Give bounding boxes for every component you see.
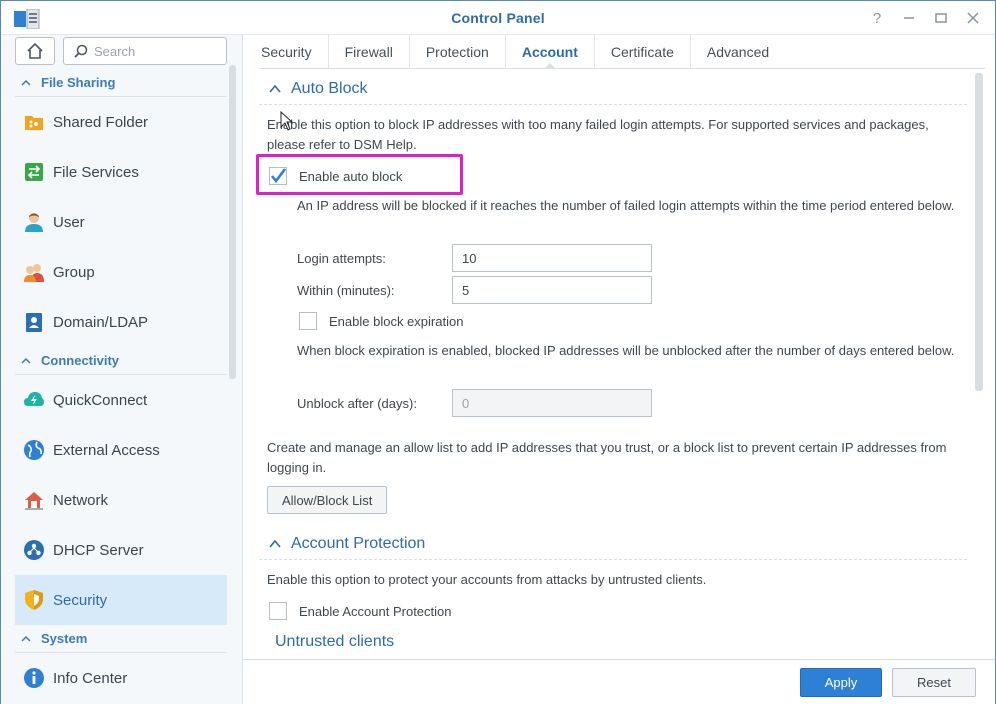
auto-block-title: Auto Block [291,79,368,97]
sidebar-item-label: QuickConnect [53,391,148,409]
section-system[interactable]: System [15,625,227,653]
security-icon [25,590,43,610]
sidebar-item-external-access[interactable]: External Access [15,425,227,475]
enable-block-expiration-label: Enable block expiration [329,313,464,329]
sidebar-nav: File Sharing Shared Folder File Services [15,69,227,703]
domain-ldap-icon [26,313,42,332]
sidebar-item-label: Domain/LDAP [53,313,149,331]
search-icon [74,44,88,58]
enable-account-protection-label: Enable Account Protection [299,603,452,619]
minimize-icon[interactable] [898,7,920,29]
sidebar: File Sharing Shared Folder File Services [1,35,243,704]
maximize-icon[interactable] [930,7,952,29]
enable-account-protection-checkbox[interactable]: Enable Account Protection [269,601,452,621]
sidebar-item-label: Shared Folder [53,113,149,131]
chevron-up-icon [21,357,31,364]
login-attempts-label: Login attempts: [297,251,386,266]
checkmark-icon [270,168,287,184]
sidebar-item-label: Group [53,263,95,281]
within-minutes-label: Within (minutes): [297,283,395,298]
sidebar-item-label: External Access [53,441,160,459]
chevron-up-icon [21,79,31,86]
sidebar-item-quickconnect[interactable]: QuickConnect [15,375,227,425]
apply-button[interactable]: Apply [800,668,882,697]
section-label: Connectivity [41,353,120,368]
file-services-icon [25,163,43,181]
account-protection-description: Enable this option to protect your accou… [267,572,707,587]
account-protection-title: Account Protection [291,534,426,552]
section-label: File Sharing [41,75,116,90]
within-minutes-input[interactable] [452,276,652,304]
tab-account[interactable]: Account [506,35,595,69]
checkbox-box[interactable] [269,167,287,185]
checkbox-box[interactable] [299,312,317,330]
sidebar-item-dhcp-server[interactable]: DHCP Server [15,525,227,575]
sidebar-item-label: User [53,213,85,231]
tab-security[interactable]: Security [259,35,329,68]
enable-auto-block-label: Enable auto block [299,168,403,184]
sidebar-item-info-center[interactable]: Info Center [15,653,227,703]
help-icon[interactable]: ? [866,7,888,29]
external-access-icon [24,440,44,460]
window-title: Control Panel [451,10,545,26]
sidebar-item-group[interactable]: Group [15,247,227,297]
network-icon [25,492,43,510]
block-note: An IP address will be blocked if it reac… [297,198,955,213]
tab-protection[interactable]: Protection [410,35,506,68]
account-tab-content: Auto Block Enable this option to block I… [259,73,971,659]
chevron-up-icon [21,635,31,642]
content-scrollbar[interactable] [975,73,983,391]
search-input[interactable] [94,43,214,59]
close-icon[interactable] [962,7,984,29]
enable-auto-block-checkbox[interactable]: Enable auto block [269,166,402,186]
sidebar-item-label: Network [53,491,109,509]
dhcp-server-icon [24,540,44,560]
tab-advanced[interactable]: Advanced [691,35,785,68]
section-label: System [41,631,88,646]
auto-block-header[interactable]: Auto Block [259,73,967,105]
group-icon [24,264,44,282]
sidebar-scrollbar[interactable] [229,65,236,379]
home-button[interactable] [15,37,55,65]
footer-bar: Apply Reset [243,659,995,704]
search-box[interactable] [63,37,227,65]
sidebar-item-shared-folder[interactable]: Shared Folder [15,97,227,147]
sidebar-item-label: Security [53,591,108,609]
login-attempts-input[interactable] [452,244,652,272]
unblock-after-input [452,389,652,417]
tab-firewall[interactable]: Firewall [329,35,410,68]
home-icon [27,42,43,59]
shared-folder-icon [25,116,43,130]
sidebar-item-label: File Services [53,163,139,181]
tab-certificate[interactable]: Certificate [595,35,691,68]
sidebar-item-file-services[interactable]: File Services [15,147,227,197]
sidebar-item-network[interactable]: Network [15,475,227,525]
chevron-up-icon [269,84,281,93]
chevron-up-icon [269,539,281,548]
auto-block-description: Enable this option to block IP addresses… [267,117,929,152]
account-protection-header[interactable]: Account Protection [259,528,967,560]
allow-block-list-button[interactable]: Allow/Block List [267,486,388,514]
allow-block-list-note: Create and manage an allow list to add I… [267,440,947,475]
sidebar-item-user[interactable]: User [15,197,227,247]
reset-button[interactable]: Reset [892,668,976,697]
user-icon [25,213,43,232]
expiration-note: When block expiration is enabled, blocke… [297,343,955,358]
mouse-cursor-icon [280,111,294,131]
unblock-after-label: Unblock after (days): [297,396,417,411]
checkbox-box[interactable] [269,602,287,620]
untrusted-clients-heading: Untrusted clients [275,633,395,650]
sidebar-item-security[interactable]: Security [15,575,227,625]
sidebar-item-domain-ldap[interactable]: Domain/LDAP [15,297,227,347]
tab-bar: Security Firewall Protection Account Cer… [259,35,985,69]
title-bar: Control Panel ? [1,1,995,35]
section-connectivity[interactable]: Connectivity [15,347,227,375]
info-center-icon [24,668,44,688]
section-file-sharing[interactable]: File Sharing [15,69,227,97]
control-panel-window: Control Panel ? Search File Sharing Shar… [0,0,996,704]
enable-block-expiration-checkbox[interactable]: Enable block expiration [299,311,463,331]
sidebar-item-label: Info Center [53,669,128,687]
quickconnect-icon [24,392,44,406]
sidebar-item-label: DHCP Server [53,541,144,559]
